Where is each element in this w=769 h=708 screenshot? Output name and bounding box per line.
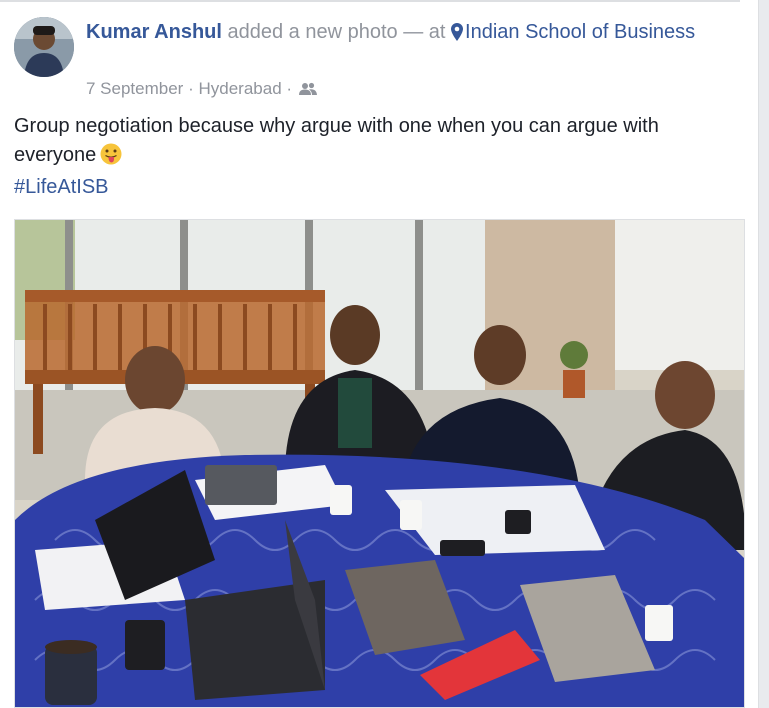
place-name: Indian School of Business <box>465 21 696 43</box>
post-header: Kumar Anshul added a new photo — at Indi… <box>86 18 706 46</box>
post-photo[interactable] <box>14 219 745 708</box>
author-avatar[interactable] <box>14 17 74 77</box>
meta-separator: · <box>188 79 194 98</box>
post-action-text: added a new photo — at <box>227 21 446 43</box>
feed-post: Kumar Anshul added a new photo — at Indi… <box>0 0 759 708</box>
place-link[interactable]: Indian School of Business <box>451 21 695 43</box>
hashtag-link[interactable]: #LifeAtISB <box>14 176 109 199</box>
post-divider <box>0 0 740 2</box>
tongue-out-emoji-icon <box>100 143 122 165</box>
group-meeting-photo <box>15 220 744 707</box>
friends-icon[interactable] <box>298 82 317 96</box>
avatar-image <box>14 17 74 77</box>
post-location[interactable]: Hyderabad <box>198 79 281 98</box>
post-timestamp[interactable]: 7 September <box>86 79 183 98</box>
post-message: Group negotiation because why argue with… <box>14 112 734 170</box>
location-pin-icon <box>451 23 464 41</box>
meta-separator: · <box>286 79 293 98</box>
post-meta: 7 September · Hyderabad · <box>86 78 317 100</box>
author-name-link[interactable]: Kumar Anshul <box>86 21 222 43</box>
